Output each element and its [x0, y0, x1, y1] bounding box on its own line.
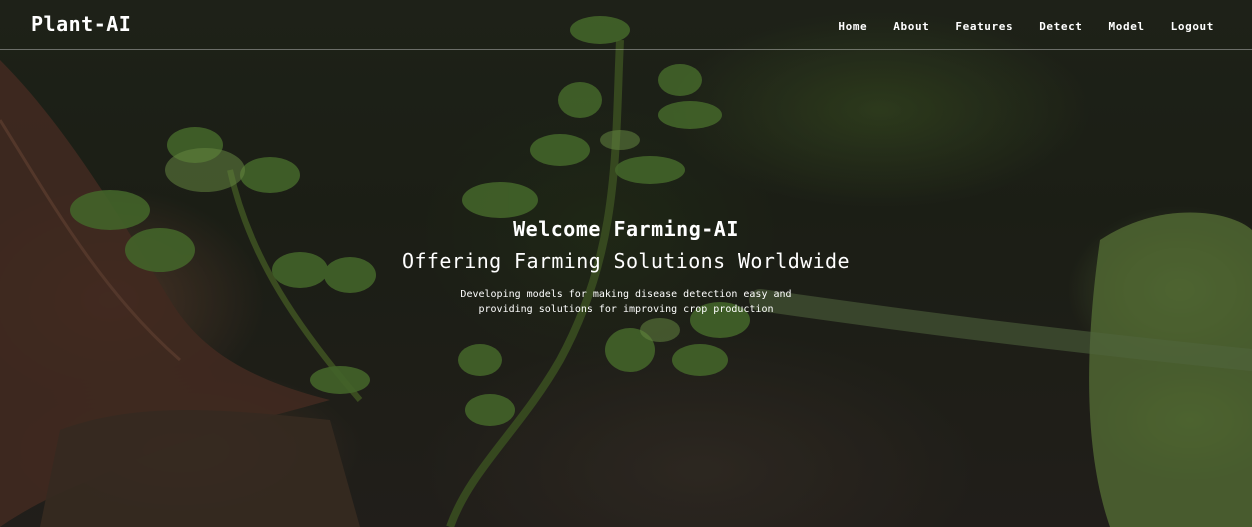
nav-link-detect[interactable]: Detect [1039, 20, 1082, 33]
hero-content: Welcome Farming-AI Offering Farming Solu… [0, 216, 1252, 317]
nav-link-features[interactable]: Features [955, 20, 1013, 33]
nav-link-home[interactable]: Home [838, 20, 867, 33]
nav-link-logout[interactable]: Logout [1171, 20, 1214, 33]
nav-links: Home About Features Detect Model Logout [838, 20, 1214, 33]
tagline-heading: Offering Farming Solutions Worldwide [402, 249, 850, 273]
hero-description: Developing models for making disease det… [460, 289, 792, 315]
brand-logo[interactable]: Plant-AI [31, 12, 131, 36]
hero-section: Plant-AI Home About Features Detect Mode… [0, 0, 1252, 527]
nav-link-about[interactable]: About [893, 20, 929, 33]
welcome-heading: Welcome Farming-AI [513, 217, 739, 241]
navbar: Plant-AI Home About Features Detect Mode… [0, 0, 1252, 50]
nav-link-model[interactable]: Model [1109, 20, 1145, 33]
